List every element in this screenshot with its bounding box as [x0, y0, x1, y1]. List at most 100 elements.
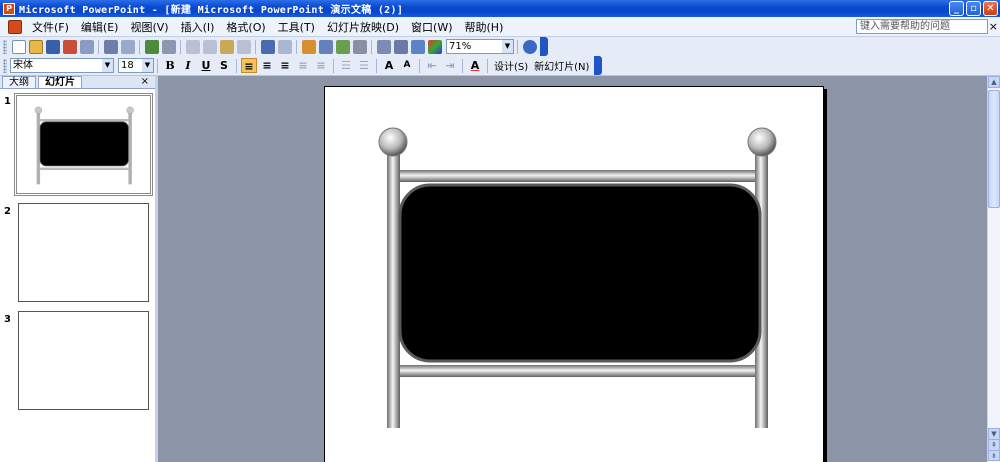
research-icon[interactable]: [161, 39, 176, 54]
separator: [98, 39, 99, 54]
decrease-indent-icon[interactable]: ⇤: [424, 58, 440, 73]
toolbar-options-icon[interactable]: [594, 56, 603, 75]
open-icon[interactable]: [28, 39, 43, 54]
menu-format[interactable]: 格式(O): [220, 19, 271, 35]
font-size-select[interactable]: 18 ▼: [118, 58, 154, 73]
menu-file[interactable]: 文件(F): [26, 19, 75, 35]
toolbar-grip[interactable]: [3, 39, 7, 54]
scroll-up-icon[interactable]: ▲: [988, 76, 1000, 88]
italic-button[interactable]: I: [180, 58, 196, 73]
billboard-board[interactable]: [398, 183, 762, 363]
align-left-button[interactable]: ≡: [241, 58, 257, 73]
print-preview-icon[interactable]: [120, 39, 135, 54]
menu-tools[interactable]: 工具(T): [272, 19, 321, 35]
toolbar-options-icon[interactable]: [540, 37, 548, 56]
tab-outline[interactable]: 大纲: [2, 76, 36, 88]
separator: [157, 58, 158, 73]
paste-icon[interactable]: [219, 39, 234, 54]
pane-close-button[interactable]: ×: [141, 76, 149, 87]
help-close-button[interactable]: ×: [989, 20, 998, 33]
slide-thumbnail-1[interactable]: [14, 93, 153, 196]
increase-indent-icon[interactable]: ⇥: [442, 58, 458, 73]
font-color-icon[interactable]: A: [467, 58, 483, 73]
numbering-icon[interactable]: ☰: [338, 58, 354, 73]
menu-bar: 文件(F) 编辑(E) 视图(V) 插入(I) 格式(O) 工具(T) 幻灯片放…: [0, 17, 1000, 37]
increase-font-icon[interactable]: A: [381, 58, 397, 73]
menu-slideshow[interactable]: 幻灯片放映(D): [321, 19, 405, 35]
billboard-thumbnail: [21, 98, 146, 191]
bottom-rail: [400, 365, 755, 377]
vertical-scrollbar[interactable]: ▲ ▼ ⇞ ⇟: [987, 76, 1000, 462]
expand-all-icon[interactable]: [376, 39, 391, 54]
slides-pane: 大纲 幻灯片 × 1 2 3: [0, 76, 158, 462]
font-select[interactable]: 宋体 ▼: [10, 58, 114, 73]
menu-edit[interactable]: 编辑(E): [75, 19, 125, 35]
menu-window[interactable]: 窗口(W): [405, 19, 458, 35]
copy-icon[interactable]: [202, 39, 217, 54]
separator: [139, 39, 140, 54]
permission-icon[interactable]: [62, 39, 77, 54]
next-slide-icon[interactable]: ⇟: [988, 450, 1000, 461]
toolbar-grip[interactable]: [3, 58, 7, 73]
color-grayscale-icon[interactable]: [427, 39, 442, 54]
print-icon[interactable]: [103, 39, 118, 54]
minimize-button[interactable]: _: [949, 1, 964, 16]
restore-button[interactable]: ▫: [966, 1, 981, 16]
email-icon[interactable]: [79, 39, 94, 54]
document-icon[interactable]: [8, 19, 22, 34]
show-formatting-icon[interactable]: [393, 39, 408, 54]
undo-icon[interactable]: [260, 39, 275, 54]
bold-button[interactable]: B: [162, 58, 178, 73]
slide-thumbnail-3[interactable]: [18, 311, 149, 410]
zoom-value: 71%: [449, 41, 472, 52]
font-value: 宋体: [13, 60, 33, 71]
format-painter-icon[interactable]: [236, 39, 251, 54]
chevron-down-icon[interactable]: ▼: [142, 59, 153, 72]
insert-chart-icon[interactable]: [301, 39, 316, 54]
decrease-font-icon[interactable]: A: [399, 58, 415, 73]
cut-icon[interactable]: [185, 39, 200, 54]
align-right-button[interactable]: ≡: [277, 58, 293, 73]
align-center-button[interactable]: ≡: [259, 58, 275, 73]
save-icon[interactable]: [45, 39, 60, 54]
new-icon[interactable]: [11, 39, 26, 54]
left-pole-cap: [378, 127, 408, 157]
separator: [236, 58, 237, 73]
left-pole: [387, 145, 400, 428]
spelling-icon[interactable]: [144, 39, 159, 54]
redo-icon[interactable]: [277, 39, 292, 54]
tab-slides[interactable]: 幻灯片: [38, 76, 82, 88]
new-slide-button[interactable]: 新幻灯片(N): [531, 58, 592, 73]
billboard-graphic[interactable]: [325, 87, 825, 462]
help-search-placeholder: 键入需要帮助的问题: [860, 21, 950, 32]
slide-thumbnail-2[interactable]: [18, 203, 149, 302]
slide-canvas[interactable]: [324, 86, 824, 462]
design-button[interactable]: 设计(S): [491, 58, 531, 73]
menu-insert[interactable]: 插入(I): [175, 19, 221, 35]
menu-help[interactable]: 帮助(H): [459, 19, 510, 35]
bullets-icon[interactable]: ☰: [356, 58, 372, 73]
separator: [333, 58, 334, 73]
shadow-button[interactable]: S: [216, 58, 232, 73]
help-search-input[interactable]: 键入需要帮助的问题: [856, 19, 988, 34]
underline-button[interactable]: U: [198, 58, 214, 73]
insert-table-icon[interactable]: [318, 39, 333, 54]
distribute-button[interactable]: ≡: [313, 58, 329, 73]
separator: [296, 39, 297, 54]
chevron-down-icon[interactable]: ▼: [102, 59, 113, 72]
font-size-value: 18: [121, 60, 134, 71]
close-button[interactable]: ✕: [983, 1, 998, 16]
separator: [419, 58, 420, 73]
menu-view[interactable]: 视图(V): [124, 19, 174, 35]
zoom-select[interactable]: 71% ▼: [446, 39, 514, 54]
help-icon[interactable]: [522, 39, 537, 54]
grid-icon[interactable]: [410, 39, 425, 54]
hyperlink-icon[interactable]: [352, 39, 367, 54]
powerpoint-icon[interactable]: P: [3, 2, 15, 15]
separator: [462, 58, 463, 73]
chevron-down-icon[interactable]: ▼: [502, 40, 513, 53]
insert-picture-icon[interactable]: [335, 39, 350, 54]
justify-button[interactable]: ≡: [295, 58, 311, 73]
scroll-thumb[interactable]: [988, 90, 1000, 208]
standard-toolbar: 71% ▼: [0, 37, 1000, 56]
